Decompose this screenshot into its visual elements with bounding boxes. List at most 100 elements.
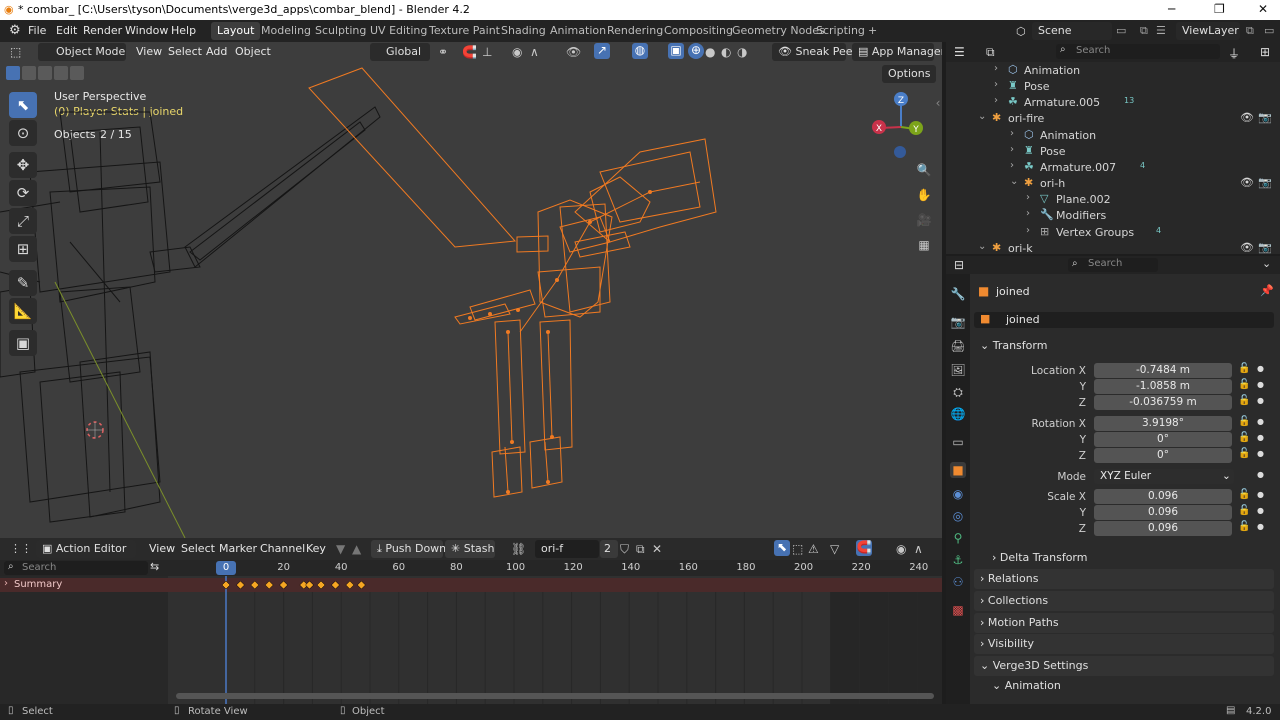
move-tool-icon[interactable]: ✥: [9, 152, 37, 178]
lock-icon[interactable]: 🔓: [1238, 521, 1250, 532]
scale-x-field[interactable]: 0.096: [1094, 489, 1232, 504]
render-tab-icon[interactable]: 📷: [950, 314, 966, 330]
scale-z-field[interactable]: 0.096: [1094, 521, 1232, 536]
frame-ruler[interactable]: ⌕ Search ⇆ 20 40 60 80 100 120 140 160 180 200 220…: [0, 560, 942, 576]
object-datablock-field[interactable]: ■ joined: [974, 312, 1274, 328]
menu-render[interactable]: Render: [83, 24, 122, 37]
pin-properties-icon[interactable]: 📌: [1260, 284, 1274, 297]
properties-editor[interactable]: ⊟ ⌕ Search ⌄ 🔧 📷 🖨 🖼 ⛭ 🌐 ▭ ■ ◉ ◎ ⚲ ⚓ ⚇ ▩…: [946, 256, 1280, 704]
proportional-icon[interactable]: ◉: [896, 542, 906, 556]
unlink-action-icon[interactable]: ✕: [652, 542, 662, 556]
layer-up-icon[interactable]: ▲: [352, 542, 361, 556]
filter-icon[interactable]: ▽: [830, 542, 839, 556]
expand-arrow-icon[interactable]: ⌄: [978, 111, 986, 122]
properties-options-icon[interactable]: ⌄: [1262, 257, 1271, 270]
pin-icon[interactable]: ▭: [1116, 24, 1126, 37]
tab-modeling[interactable]: Modeling: [255, 22, 317, 40]
menu-file[interactable]: File: [28, 24, 46, 37]
scale-tool-icon[interactable]: ⤢: [9, 208, 37, 234]
action-name-field[interactable]: ori-f: [535, 540, 599, 558]
outliner-row[interactable]: › ⊞ Vertex Groups 4: [946, 224, 1280, 240]
ae-menu-channel[interactable]: Channel: [260, 542, 305, 555]
outliner-row[interactable]: ⌄ ✱ ori-h 👁 📷: [946, 175, 1280, 191]
outliner-filter-icon[interactable]: ⏚: [1228, 45, 1240, 62]
lock-icon[interactable]: 🔓: [1238, 416, 1250, 427]
ae-menu-key[interactable]: Key: [306, 542, 326, 555]
outliner-row[interactable]: › ♜ Pose: [946, 78, 1280, 94]
layer-down-icon[interactable]: ▼: [336, 542, 345, 556]
transform-tool-icon[interactable]: ⊞: [9, 236, 37, 262]
rotate-tool-icon[interactable]: ⟳: [9, 180, 37, 206]
keyframe-dot-icon[interactable]: ●: [1257, 396, 1264, 405]
remove-view-layer-icon[interactable]: ▭: [1264, 24, 1274, 37]
panel-collections[interactable]: › Collections: [974, 591, 1274, 611]
lock-icon[interactable]: 🔓: [1238, 395, 1250, 406]
expand-arrow-icon[interactable]: ›: [994, 95, 998, 106]
maximize-button[interactable]: ❐: [1214, 2, 1225, 16]
rotation-x-field[interactable]: 3.9198°: [1094, 416, 1232, 431]
lock-icon[interactable]: 🔓: [1238, 448, 1250, 459]
visibility-eye-icon[interactable]: 👁: [1240, 176, 1254, 189]
sync-length-icon[interactable]: ⇆: [150, 560, 159, 573]
ae-menu-select[interactable]: Select: [181, 542, 215, 555]
expand-arrow-icon[interactable]: ⌄: [978, 241, 986, 252]
lock-icon[interactable]: 🔓: [1238, 363, 1250, 374]
action-users-count[interactable]: 2: [600, 540, 618, 558]
render-camera-icon[interactable]: 📷: [1258, 241, 1272, 254]
stash-button[interactable]: ✳ Stash: [445, 540, 495, 558]
expand-arrow-icon[interactable]: ›: [994, 79, 998, 90]
scale-y-field[interactable]: 0.096: [1094, 505, 1232, 520]
channel-search-field[interactable]: ⌕ Search: [4, 561, 148, 575]
action-editor[interactable]: ⋮⋮ ▣ Action Editor View Select Marker Ch…: [0, 538, 942, 704]
fake-user-shield-icon[interactable]: ⛉: [620, 542, 629, 556]
texture-tab-icon[interactable]: ▩: [950, 602, 966, 618]
menu-help[interactable]: Help: [171, 24, 196, 37]
outliner-row[interactable]: › ▽ Plane.002: [946, 191, 1280, 207]
new-scene-icon[interactable]: ⧉: [1140, 24, 1148, 38]
collection-tab-icon[interactable]: ▭: [950, 434, 966, 450]
expand-arrow-icon[interactable]: ›: [994, 63, 998, 74]
ae-menu-marker[interactable]: Marker: [219, 542, 257, 555]
data-tab-icon[interactable]: ⚓: [950, 552, 966, 568]
outliner-row[interactable]: › ☘ Armature.005 13: [946, 94, 1280, 110]
keyframe-dot-icon[interactable]: ●: [1257, 433, 1264, 442]
auto-snap-icon[interactable]: 🧲: [856, 540, 872, 556]
expand-arrow-icon[interactable]: ›: [1026, 225, 1030, 236]
panel-verge3d-settings[interactable]: ⌄ Verge3D Settings: [974, 656, 1274, 676]
pan-hand-icon[interactable]: ✋: [916, 188, 932, 202]
outliner-search-field[interactable]: ⌕ Search: [1056, 44, 1220, 59]
tool-tab-icon[interactable]: 🔧: [950, 286, 966, 302]
scene-selector[interactable]: Scene: [1032, 22, 1112, 40]
keyframe-dot-icon[interactable]: ●: [1257, 417, 1264, 426]
expand-arrow-icon[interactable]: ›: [1010, 160, 1014, 171]
errors-only-icon[interactable]: ⚠: [808, 542, 819, 556]
rotation-z-field[interactable]: 0°: [1094, 448, 1232, 463]
location-z-field[interactable]: -0.036759 m: [1094, 395, 1232, 410]
outliner-row[interactable]: ⌄ ✱ ori-k 👁 📷: [946, 240, 1280, 256]
panel-animation[interactable]: ⌄ Animation: [986, 676, 1280, 696]
lock-icon[interactable]: 🔓: [1238, 432, 1250, 443]
render-camera-icon[interactable]: 📷: [1258, 176, 1272, 189]
outliner-editor-icon[interactable]: ☰: [954, 45, 965, 59]
visibility-eye-icon[interactable]: 👁: [1240, 111, 1254, 124]
push-down-button[interactable]: ⤓ Push Down: [371, 540, 446, 558]
keyframe-dot-icon[interactable]: ●: [1257, 522, 1264, 531]
outliner-row[interactable]: › ⬡ Animation: [946, 62, 1280, 78]
properties-editor-icon[interactable]: ⊟: [954, 258, 964, 272]
properties-search-field[interactable]: ⌕ Search: [1068, 258, 1158, 272]
location-y-field[interactable]: -1.0858 m: [1094, 379, 1232, 394]
outliner-row[interactable]: › ♜ Pose: [946, 143, 1280, 159]
panel-relations[interactable]: › Relations: [974, 569, 1274, 589]
menu-edit[interactable]: Edit: [56, 24, 77, 37]
duplicate-action-icon[interactable]: ⧉: [636, 542, 645, 556]
expand-arrow-icon[interactable]: ›: [1026, 192, 1030, 203]
keyframe-dot-icon[interactable]: ●: [1257, 470, 1264, 479]
tab-texture-paint[interactable]: Texture Paint: [423, 22, 506, 40]
only-selected-icon[interactable]: ⬉: [774, 540, 790, 556]
measure-tool-icon[interactable]: 📐: [9, 298, 37, 324]
tab-layout[interactable]: Layout: [211, 22, 261, 40]
keyframe-dot-icon[interactable]: ●: [1257, 449, 1264, 458]
outliner-row[interactable]: ⌄ ✱ ori-fire 👁 📷: [946, 110, 1280, 126]
3d-viewport[interactable]: ⬚ Object Mode View Select Add Object Glo…: [0, 42, 942, 538]
summary-expand-icon[interactable]: ›: [4, 578, 8, 589]
